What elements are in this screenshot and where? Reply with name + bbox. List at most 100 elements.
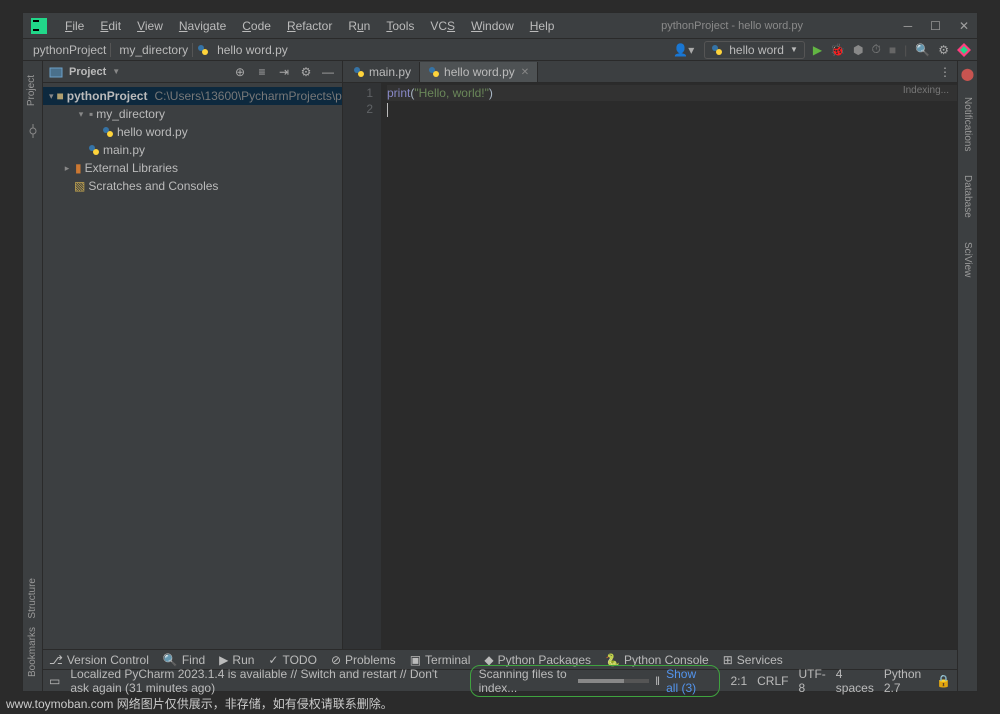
project-panel-title: Project xyxy=(69,66,106,78)
maximize-icon[interactable]: ☐ xyxy=(930,19,941,33)
right-tool-gutter: ⬤ Notifications Database SciView xyxy=(957,61,977,691)
line-separator[interactable]: CRLF xyxy=(757,674,788,688)
menu-window[interactable]: Window xyxy=(465,17,520,35)
tool-todo[interactable]: ✓ TODO xyxy=(268,653,317,667)
chevron-down-icon[interactable]: ▼ xyxy=(112,67,120,76)
editor-tab-hello[interactable]: hello word.py ✕ xyxy=(420,62,538,82)
menu-refactor[interactable]: Refactor xyxy=(281,17,338,35)
scan-progress[interactable]: Scanning files to index... ‖ Show all (3… xyxy=(470,665,721,697)
menu-vcs[interactable]: VCS xyxy=(424,17,461,35)
chevron-down-icon: ▼ xyxy=(790,45,798,54)
tool-terminal[interactable]: ▣ Terminal xyxy=(410,653,471,667)
minimize-icon[interactable]: ─ xyxy=(904,19,913,33)
nav-row: pythonProject my_directory hello word.py… xyxy=(23,39,977,61)
project-tree[interactable]: ▾ ■ pythonProject C:\Users\13600\Pycharm… xyxy=(43,83,343,649)
code-token: print xyxy=(387,86,410,100)
gear-icon[interactable]: ⚙ xyxy=(298,65,314,79)
stop-icon[interactable]: ■ xyxy=(889,43,896,57)
tree-path: C:\Users\13600\PycharmProjects\pythonPro… xyxy=(154,89,343,103)
tab-label: main.py xyxy=(369,65,411,79)
cursor xyxy=(387,103,388,117)
breadcrumb-segment[interactable]: my_directory xyxy=(115,43,193,57)
breadcrumb[interactable]: pythonProject my_directory hello word.py xyxy=(29,43,292,57)
notification-bell-icon[interactable]: ⬤ xyxy=(961,67,974,81)
pause-icon[interactable]: ‖ xyxy=(655,674,660,688)
watermark-text: www.toymoban.com 网络图片仅供展示，非存储，如有侵权请联系删除。 xyxy=(6,695,393,712)
user-icon[interactable]: 👤▾ xyxy=(673,43,694,57)
tool-problems[interactable]: ⊘ Problems xyxy=(331,653,396,667)
tree-external[interactable]: ▸ ▮ External Libraries xyxy=(43,159,342,177)
tool-run[interactable]: ▶ Run xyxy=(219,653,254,667)
menu-file[interactable]: File xyxy=(59,17,90,35)
python-file-icon xyxy=(711,44,723,56)
left-tool-gutter: Project Structure Bookmarks xyxy=(23,61,43,691)
tree-label: Scratches and Consoles xyxy=(88,179,218,193)
titlebar: File Edit View Navigate Code Refactor Ru… xyxy=(23,13,977,39)
tool-bookmarks-tab[interactable]: Bookmarks xyxy=(27,627,38,677)
menu-help[interactable]: Help xyxy=(524,17,561,35)
tool-services[interactable]: ⊞ Services xyxy=(723,653,783,667)
tool-project-tab[interactable]: Project xyxy=(26,75,37,106)
run-config-selector[interactable]: hello word ▼ xyxy=(704,41,805,59)
menu-tools[interactable]: Tools xyxy=(380,17,420,35)
tab-more-icon[interactable]: ⋮ xyxy=(939,65,951,79)
pycharm-badge-icon[interactable] xyxy=(957,43,971,57)
menu-code[interactable]: Code xyxy=(236,17,277,35)
settings-icon[interactable]: ⚙ xyxy=(938,43,949,57)
tool-sciview-tab[interactable]: SciView xyxy=(962,242,973,277)
tool-find[interactable]: 🔍 Find xyxy=(163,653,205,667)
python-file-icon xyxy=(197,44,209,56)
hide-icon[interactable]: — xyxy=(320,65,336,79)
caret-position[interactable]: 2:1 xyxy=(730,674,747,688)
interpreter-info[interactable]: Python 2.7 xyxy=(884,667,926,695)
tree-dir[interactable]: ▾ ▪ my_directory xyxy=(43,105,342,123)
file-encoding[interactable]: UTF-8 xyxy=(798,667,825,695)
tree-file[interactable]: hello word.py xyxy=(43,123,342,141)
tab-close-icon[interactable]: ✕ xyxy=(521,67,529,78)
window-title: pythonProject - hello word.py xyxy=(572,20,891,32)
coverage-icon[interactable]: ⬢ xyxy=(853,43,863,57)
profile-icon[interactable]: ⏱ xyxy=(872,42,881,57)
menu-run[interactable]: Run xyxy=(342,17,376,35)
tool-label: TODO xyxy=(282,653,316,667)
chevron-right-icon[interactable]: ▸ xyxy=(62,163,72,174)
tool-structure-tab[interactable]: Structure xyxy=(27,578,38,619)
python-file-icon xyxy=(88,144,100,156)
status-bar: ▭ Localized PyCharm 2023.1.4 is availabl… xyxy=(43,669,957,691)
status-message[interactable]: Localized PyCharm 2023.1.4 is available … xyxy=(70,667,449,695)
tree-label: hello word.py xyxy=(117,125,188,139)
tree-scratches[interactable]: ▧ Scratches and Consoles xyxy=(43,177,342,195)
run-button-icon[interactable]: ▶ xyxy=(813,43,822,57)
menu-edit[interactable]: Edit xyxy=(94,17,127,35)
lock-icon[interactable]: 🔒 xyxy=(936,674,951,688)
tree-file[interactable]: main.py xyxy=(43,141,342,159)
commit-icon[interactable] xyxy=(26,124,40,138)
tool-vcs[interactable]: ⎇ Version Control xyxy=(49,653,149,667)
search-icon[interactable]: 🔍 xyxy=(915,43,930,57)
breadcrumb-segment[interactable]: hello word.py xyxy=(213,43,292,57)
breadcrumb-segment[interactable]: pythonProject xyxy=(29,43,111,57)
python-file-icon xyxy=(353,66,365,78)
editor-tab-main[interactable]: main.py xyxy=(345,62,420,82)
code-content[interactable]: print("Hello, world!") xyxy=(381,83,957,649)
notification-icon[interactable]: ▭ xyxy=(49,674,60,688)
target-icon[interactable]: ⊕ xyxy=(232,65,248,79)
expand-icon[interactable]: ≡ xyxy=(254,65,270,79)
code-editor[interactable]: 1 2 print("Hello, world!") Indexing... xyxy=(343,83,957,649)
collapse-icon[interactable]: ⇥ xyxy=(276,65,292,79)
indent-info[interactable]: 4 spaces xyxy=(836,667,874,695)
tool-database-tab[interactable]: Database xyxy=(962,175,973,218)
chevron-down-icon[interactable]: ▾ xyxy=(76,109,86,120)
tree-label: main.py xyxy=(103,143,145,157)
debug-button-icon[interactable]: 🐞 xyxy=(830,43,845,57)
menu-view[interactable]: View xyxy=(131,17,169,35)
scan-label: Scanning files to index... xyxy=(479,667,572,695)
run-config-label: hello word xyxy=(729,43,784,57)
menu-navigate[interactable]: Navigate xyxy=(173,17,232,35)
close-icon[interactable]: ✕ xyxy=(959,19,969,33)
tree-label: External Libraries xyxy=(85,161,178,175)
show-all-link[interactable]: Show all (3) xyxy=(666,667,711,695)
chevron-down-icon[interactable]: ▾ xyxy=(49,91,54,102)
tool-notifications-tab[interactable]: Notifications xyxy=(962,97,973,151)
tree-root[interactable]: ▾ ■ pythonProject C:\Users\13600\Pycharm… xyxy=(43,87,342,105)
